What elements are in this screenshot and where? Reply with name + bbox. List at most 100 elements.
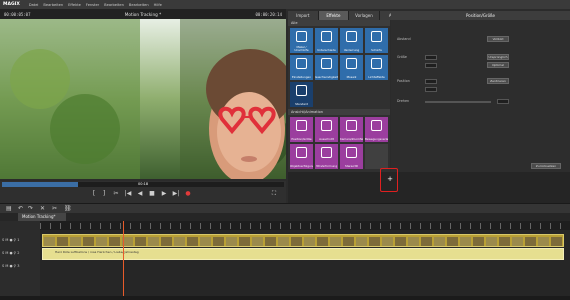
- ruler-tick: [40, 223, 41, 229]
- undo-icon[interactable]: ↶: [18, 205, 23, 212]
- record-icon[interactable]: ●: [184, 190, 192, 198]
- video-clip[interactable]: [42, 234, 564, 247]
- stop-icon[interactable]: ■: [148, 190, 156, 198]
- track-headers: S M ● ⚲ 1 S M ● ⚲ 2 S M ● ⚲ 3: [0, 230, 40, 300]
- position-icon: [296, 120, 307, 131]
- arrange-icon[interactable]: ▤: [6, 205, 12, 212]
- mark-in-icon[interactable]: [: [90, 190, 98, 198]
- track-header-2[interactable]: S M ● ⚲ 2: [0, 248, 40, 258]
- link-icon[interactable]: ⛓: [64, 205, 72, 212]
- play-icon[interactable]: ▶: [160, 190, 168, 198]
- menu-edit-2[interactable]: Bearbeiten: [104, 3, 124, 7]
- optimal-button[interactable]: Optimal: [487, 62, 509, 68]
- menu-edit-3[interactable]: Bearbeiten: [129, 3, 149, 7]
- effect-tile[interactable]: Verzerrung: [340, 28, 363, 53]
- tab-effects[interactable]: Effekte: [318, 11, 350, 20]
- clip-thumbnail: [265, 237, 276, 246]
- mark-out-icon[interactable]: ]: [100, 190, 108, 198]
- effect-tile[interactable]: Position/Größe: [290, 117, 313, 142]
- video-preview[interactable]: [0, 19, 286, 179]
- effect-tile[interactable]: Stereo3D: [340, 144, 363, 169]
- redo-icon[interactable]: ↷: [28, 205, 33, 212]
- ruler-tick: [70, 223, 71, 229]
- overlay-clip[interactable]: Herz Rote Luftballons / rosa Herzchen / …: [42, 248, 564, 260]
- ruler-tick: [530, 223, 531, 229]
- stereo-icon: [346, 147, 357, 158]
- center-button[interactable]: Zentrieren: [487, 78, 509, 84]
- clip-thumbnail: [356, 237, 367, 246]
- height-input[interactable]: [425, 63, 437, 68]
- effect-tile[interactable]: Bewegungsverlauf: [365, 117, 388, 142]
- project-tab[interactable]: Motion Tracking*: [18, 213, 66, 221]
- effect-tile[interactable]: Schärfe: [365, 28, 388, 53]
- effect-tile[interactable]: 3D-Verformung: [315, 144, 338, 169]
- tile-label: Kamera/Zoomfahrt: [340, 136, 363, 141]
- track-header-1[interactable]: S M ● ⚲ 1: [0, 235, 40, 245]
- ruler-tick: [350, 223, 351, 229]
- menu-edit[interactable]: Bearbeiten: [43, 3, 63, 7]
- tracking-icon: [296, 147, 307, 158]
- clip-thumbnail: [161, 237, 172, 246]
- cut-icon[interactable]: ✂: [112, 190, 120, 198]
- ruler-tick: [180, 223, 181, 229]
- scrub-timecode: 00:18: [138, 182, 149, 186]
- next-frame-icon[interactable]: ▶|: [172, 190, 180, 198]
- ruler-tick: [490, 223, 491, 229]
- effects-panel: Alle Makel / Unschärfe Unterschiede Verz…: [288, 20, 390, 172]
- prev-marker-icon[interactable]: |◀: [124, 190, 132, 198]
- ruler-tick: [300, 223, 301, 229]
- tile-label: Bewegungsverlauf: [365, 136, 388, 141]
- width-input[interactable]: [425, 55, 437, 60]
- scrub-progress: [2, 182, 79, 187]
- ruler-tick: [340, 223, 341, 229]
- effect-tile[interactable]: Geschwindigkeit: [315, 55, 338, 80]
- ruler-tick: [190, 223, 191, 229]
- effect-tile[interactable]: Unterschiede: [315, 28, 338, 53]
- clip-thumbnail: [135, 237, 146, 246]
- fullscreen-icon[interactable]: ⛶: [270, 190, 278, 198]
- tab-import[interactable]: Import: [288, 11, 319, 20]
- scrub-bar[interactable]: 00:18: [2, 182, 284, 187]
- effect-tile[interactable]: Kamera/Zoomfahrt: [340, 117, 363, 142]
- settings-icon: [296, 58, 307, 69]
- original-button[interactable]: Ursprünglich: [487, 54, 509, 60]
- clip-thumbnail: [525, 237, 536, 246]
- tab-templates[interactable]: Vorlagen: [349, 11, 380, 20]
- effect-tile[interactable]: Standard: [290, 82, 313, 107]
- pos-x-input[interactable]: [425, 79, 437, 84]
- rotate-input[interactable]: [497, 99, 509, 104]
- keyframe-area[interactable]: [288, 172, 570, 203]
- effects-grid-2: Position/Größe Ausschnitt Kamera/Zoomfah…: [288, 115, 390, 171]
- ruler-tick: [510, 223, 511, 229]
- ruler-tick: [430, 223, 431, 229]
- clip-thumbnail: [96, 237, 107, 246]
- menu-window[interactable]: Fenster: [86, 3, 99, 7]
- light-icon: [371, 58, 382, 69]
- prev-frame-icon[interactable]: ◀: [136, 190, 144, 198]
- menu-help[interactable]: Hilfe: [154, 3, 162, 7]
- effect-tile[interactable]: Ausschnitt: [315, 117, 338, 142]
- ruler-tick: [80, 223, 81, 229]
- effect-tile[interactable]: Mosaik: [340, 55, 363, 80]
- reset-button[interactable]: Zurücksetzen: [531, 163, 561, 169]
- add-keyframe-icon[interactable]: +: [386, 174, 394, 184]
- rotate-slider[interactable]: [425, 101, 491, 103]
- ruler-tick: [210, 223, 211, 229]
- effect-tile[interactable]: Objektverfolgung: [290, 144, 313, 169]
- track-header-3[interactable]: S M ● ⚲ 3: [0, 261, 40, 271]
- fullscreen-button[interactable]: Vollbild: [487, 36, 509, 42]
- split-icon[interactable]: ✂: [52, 205, 57, 212]
- clip-thumbnail: [343, 237, 354, 246]
- effect-tile[interactable]: Einstellungen: [290, 55, 313, 80]
- clip-thumbnail: [304, 237, 315, 246]
- menu-effects[interactable]: Effekte: [68, 3, 81, 7]
- menu-file[interactable]: Datei: [29, 3, 39, 7]
- timeline-ruler[interactable]: [40, 221, 570, 230]
- effect-tile[interactable]: Lichteffekte: [365, 55, 388, 80]
- effect-tile[interactable]: Makel / Unschärfe: [290, 28, 313, 53]
- pos-y-input[interactable]: [425, 87, 437, 92]
- ruler-tick: [370, 223, 371, 229]
- delete-icon[interactable]: ✕: [40, 205, 45, 212]
- timeline-scrollbar[interactable]: [0, 296, 570, 300]
- playhead[interactable]: [123, 221, 124, 300]
